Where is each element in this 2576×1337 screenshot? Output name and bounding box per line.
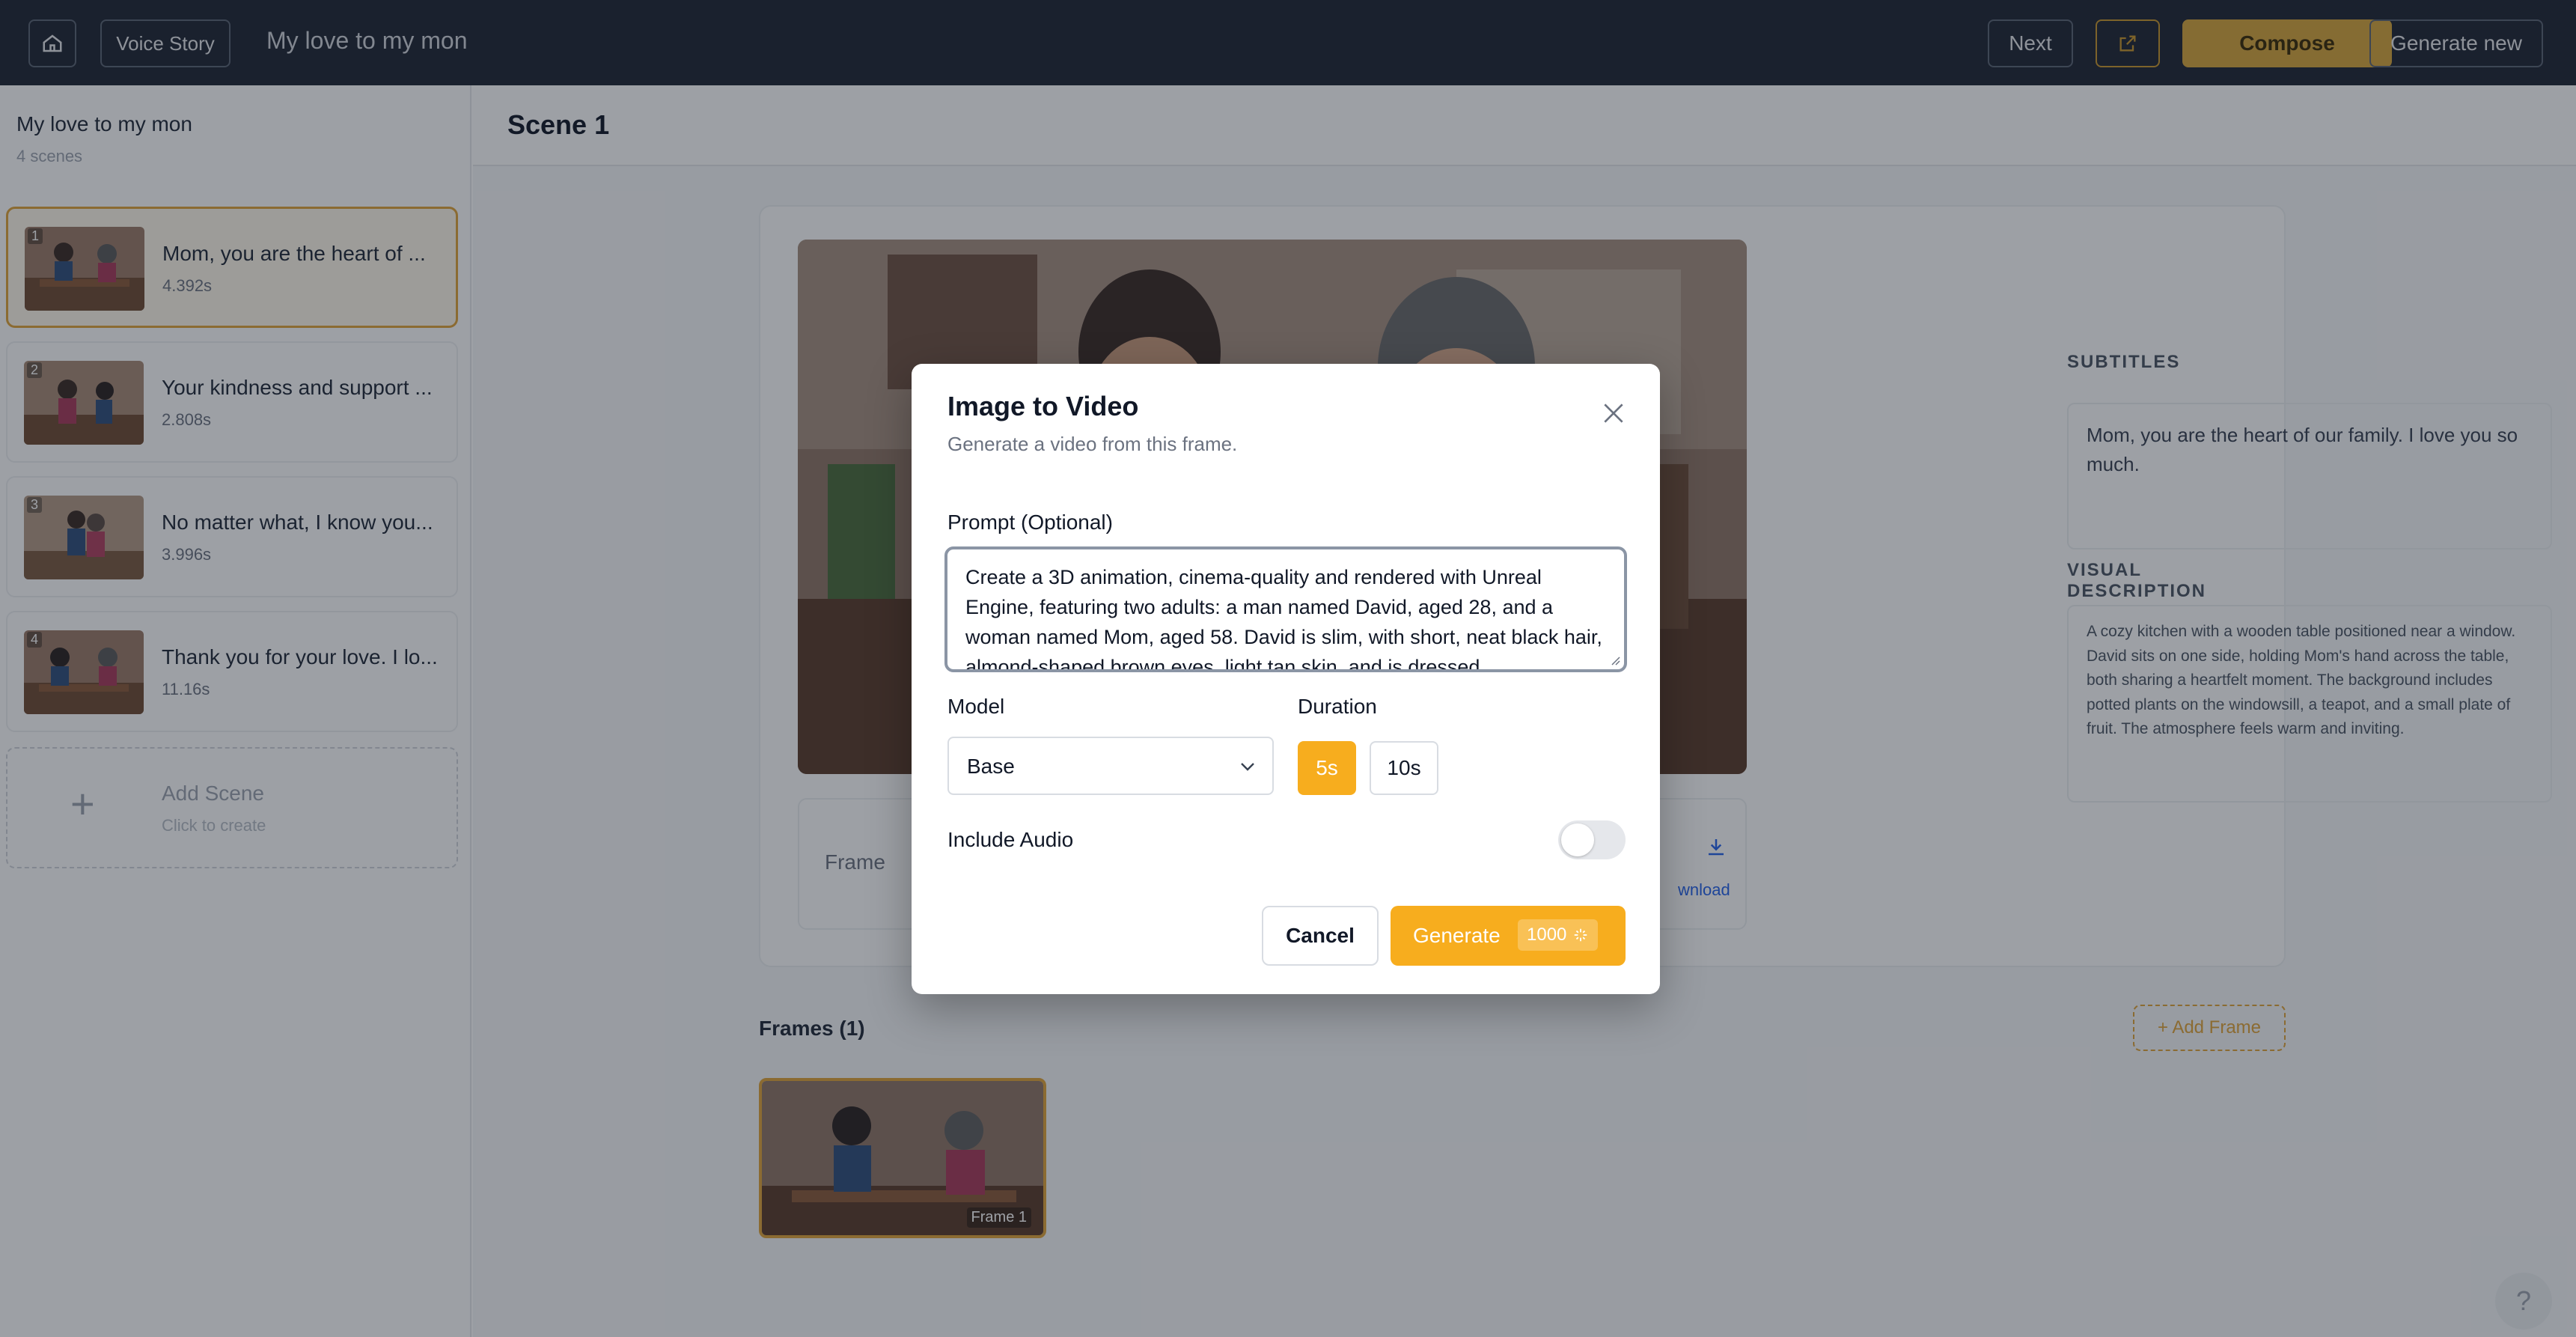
prompt-input[interactable]: Create a 3D animation, cinema-quality an… bbox=[944, 546, 1627, 672]
image-to-video-dialog: Image to Video Generate a video from thi… bbox=[912, 364, 1660, 994]
generate-button[interactable]: Generate 1000 bbox=[1391, 906, 1626, 966]
generate-label: Generate bbox=[1413, 924, 1501, 947]
sparkle-icon bbox=[1575, 928, 1587, 942]
chevron-down-icon bbox=[1241, 763, 1254, 771]
include-audio-label: Include Audio bbox=[947, 828, 1074, 851]
model-select-value: Base bbox=[967, 755, 1015, 778]
model-label: Model bbox=[947, 695, 1005, 718]
resize-handle-icon[interactable] bbox=[1608, 653, 1621, 666]
credit-cost-badge: 1000 bbox=[1518, 919, 1599, 951]
prompt-label: Prompt (Optional) bbox=[947, 511, 1113, 534]
toggle-knob bbox=[1561, 823, 1594, 856]
close-icon[interactable] bbox=[1599, 398, 1629, 428]
duration-5s-button[interactable]: 5s bbox=[1298, 741, 1356, 795]
model-select[interactable]: Base bbox=[947, 737, 1274, 795]
include-audio-toggle[interactable] bbox=[1558, 820, 1626, 859]
credit-cost: 1000 bbox=[1527, 925, 1567, 945]
dialog-subtitle: Generate a video from this frame. bbox=[947, 433, 1238, 455]
duration-10s-button[interactable]: 10s bbox=[1370, 741, 1438, 795]
duration-label: Duration bbox=[1298, 695, 1377, 718]
cancel-button[interactable]: Cancel bbox=[1262, 906, 1379, 966]
dialog-title: Image to Video bbox=[947, 391, 1139, 421]
